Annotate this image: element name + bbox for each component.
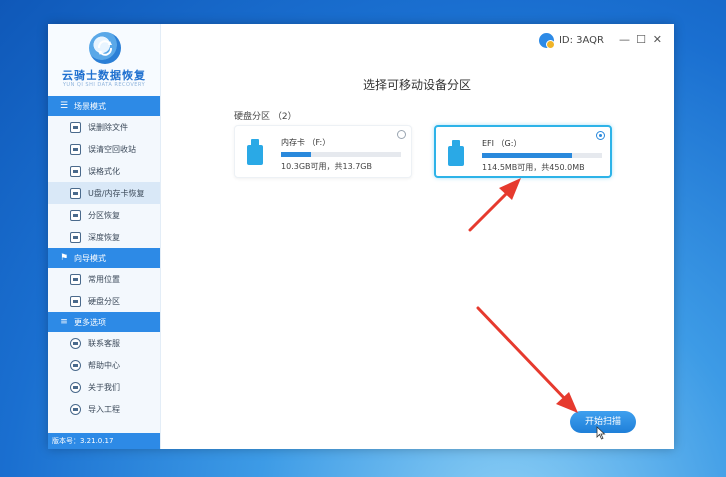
sidebar-item-label: 误删除文件 [88,122,128,132]
user-avatar-icon [538,33,555,49]
capacity-bar-fill [281,152,311,157]
partition-name: EFI （G:） [482,139,522,148]
sidebar-item-deep[interactable]: 深度恢复 [48,226,160,248]
sidebar-item-partition[interactable]: 分区恢复 [48,204,160,226]
sd-card-icon [448,140,464,166]
partition-icon [70,209,81,221]
sidebar-item-label: 分区恢复 [88,210,120,220]
capacity-text: 114.5MB可用，共450.0MB [482,163,585,172]
partition-card-g[interactable]: EFI （G:） 114.5MB可用，共450.0MB [434,125,612,178]
app-window: 云骑士数据恢复 YUN QI SHI DATA RECOVERY ☰ 场景模式 … [48,24,674,449]
hard-disk-icon [70,295,81,307]
sidebar-item-deleted-files[interactable]: 误删除文件 [48,116,160,138]
minimize-button[interactable]: — [619,33,630,46]
signpost-icon: ⚑ [59,253,69,263]
section-wizard-mode[interactable]: ⚑ 向导模式 [48,248,160,268]
sidebar-item-usb-card[interactable]: U盘/内存卡恢复 [48,182,160,204]
section-more-options[interactable]: ≡ 更多选项 [48,312,160,332]
page-title: 选择可移动设备分区 [362,78,471,92]
sidebar-item-label: 常用位置 [88,274,120,284]
titlebar: ID: 3AQR — ☐ ✕ [160,24,674,58]
list-icon: ≡ [60,317,68,327]
info-icon [70,381,81,393]
maximize-button[interactable]: ☐ [636,33,646,46]
sidebar-item-label: 导入工程 [88,404,120,414]
partition-section-label: 硬盘分区 （2） [234,112,297,122]
user-id[interactable]: ID: 3AQR [538,33,604,49]
app-name: 云骑士数据恢复 [62,69,146,82]
section-title: 场景模式 [74,101,106,111]
question-icon [70,359,81,371]
section-scene-mode[interactable]: ☰ 场景模式 [48,96,160,116]
sidebar-item-import[interactable]: 导入工程 [48,398,160,420]
capacity-text: 10.3GB可用，共13.7GB [281,162,372,171]
capacity-bar-fill [482,153,572,158]
app-subtitle: YUN QI SHI DATA RECOVERY [62,82,146,88]
sidebar-item-label: 帮助中心 [88,360,120,370]
sidebar-item-common-locations[interactable]: 常用位置 [48,268,160,290]
sidebar-item-label: 联系客服 [88,338,120,348]
version-label: 版本号：3.21.0.17 [48,433,160,449]
sidebar-item-label: 深度恢复 [88,232,120,242]
sidebar-item-label: U盘/内存卡恢复 [88,188,145,198]
file-icon [70,121,81,133]
sidebar-item-help[interactable]: 帮助中心 [48,354,160,376]
partition-radio-selected[interactable] [596,131,605,140]
sidebar-item-disk-partition[interactable]: 硬盘分区 [48,290,160,312]
section-title: 更多选项 [74,317,106,327]
mouse-cursor-icon [596,426,606,440]
sidebar-item-label: 误格式化 [88,166,120,176]
sidebar-item-label: 硬盘分区 [88,296,120,306]
partition-name: 内存卡 （F:） [281,138,331,147]
sidebar-item-label: 关于我们 [88,382,120,392]
close-button[interactable]: ✕ [653,33,662,46]
logo-icon [89,32,121,64]
capacity-bar [281,152,401,157]
sidebar-item-label: 误清空回收站 [88,144,136,154]
headset-icon [70,337,81,349]
partition-card-f[interactable]: 内存卡 （F:） 10.3GB可用，共13.7GB [234,125,412,178]
section-title: 向导模式 [74,253,106,263]
logo-area: 云骑士数据恢复 YUN QI SHI DATA RECOVERY [48,24,160,96]
partition-radio[interactable] [397,130,406,139]
sd-card-icon [247,139,263,165]
menu-icon: ☰ [59,101,69,111]
sidebar-item-about[interactable]: 关于我们 [48,376,160,398]
deep-scan-icon [70,231,81,243]
trash-icon [70,143,81,155]
disk-icon [70,165,81,177]
import-icon [70,403,81,415]
sd-card-icon [70,187,81,199]
capacity-bar [482,153,602,158]
sidebar-item-recycle-bin[interactable]: 误清空回收站 [48,138,160,160]
user-id-text: ID: 3AQR [558,35,604,46]
sidebar-item-contact[interactable]: 联系客服 [48,332,160,354]
monitor-icon [70,273,81,285]
sidebar: 云骑士数据恢复 YUN QI SHI DATA RECOVERY ☰ 场景模式 … [48,24,161,449]
sidebar-item-format[interactable]: 误格式化 [48,160,160,182]
